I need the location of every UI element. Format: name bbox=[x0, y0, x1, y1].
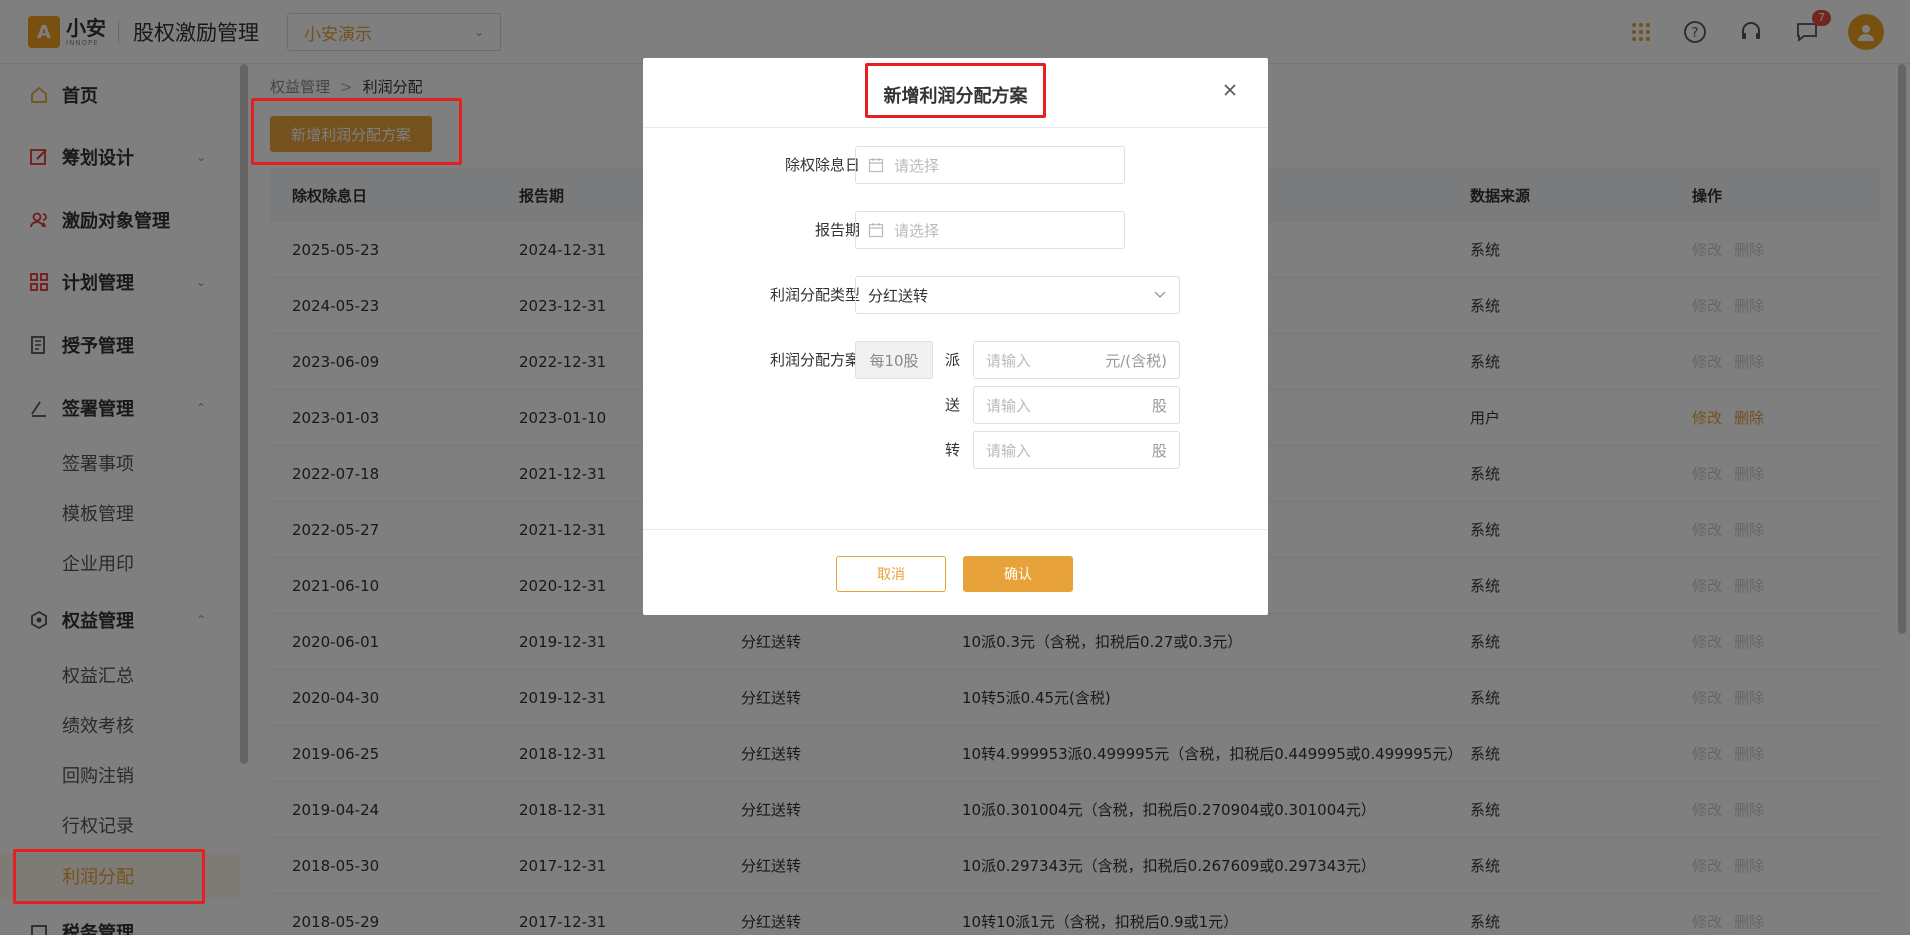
bonus-placeholder: 请输入 bbox=[986, 396, 1032, 415]
ex-date-label: 除权除息日 bbox=[784, 156, 860, 174]
bonus-input[interactable]: 请输入 股 bbox=[973, 386, 1180, 424]
dividend-label: 派 bbox=[945, 351, 961, 369]
dividend-placeholder: 请输入 bbox=[986, 351, 1032, 370]
bonus-unit: 股 bbox=[1151, 396, 1167, 415]
add-plan-dialog: 新增利润分配方案 除权除息日 请选择 报告期 请选择 利润分配类型 分红送转 利… bbox=[643, 58, 1268, 615]
period-picker[interactable]: 请选择 bbox=[855, 211, 1125, 249]
period-placeholder: 请选择 bbox=[894, 221, 940, 240]
ex-date-placeholder: 请选择 bbox=[894, 156, 940, 175]
calendar-icon bbox=[868, 158, 884, 173]
period-label: 报告期 bbox=[814, 221, 860, 239]
transfer-label: 转 bbox=[945, 441, 961, 459]
dialog-title: 新增利润分配方案 bbox=[883, 86, 1028, 107]
type-label: 利润分配类型 bbox=[769, 286, 860, 304]
ex-date-picker[interactable]: 请选择 bbox=[855, 146, 1125, 184]
calendar-icon bbox=[868, 223, 884, 238]
transfer-input[interactable]: 请输入 股 bbox=[973, 431, 1180, 469]
transfer-placeholder: 请输入 bbox=[986, 441, 1032, 460]
chevron-down-icon bbox=[1154, 291, 1166, 298]
type-select[interactable]: 分红送转 bbox=[855, 276, 1180, 314]
transfer-unit: 股 bbox=[1151, 441, 1167, 460]
plan-label: 利润分配方案 bbox=[769, 351, 860, 369]
close-icon[interactable] bbox=[1220, 80, 1240, 100]
bonus-label: 送 bbox=[945, 396, 961, 414]
type-value: 分红送转 bbox=[868, 286, 929, 305]
dividend-input[interactable]: 请输入 元/(含税) bbox=[973, 341, 1180, 379]
dividend-unit: 元/(含税) bbox=[1105, 351, 1167, 370]
plan-prefix: 每10股 bbox=[855, 341, 933, 379]
confirm-button[interactable]: 确认 bbox=[963, 556, 1073, 592]
cancel-button[interactable]: 取消 bbox=[836, 556, 946, 592]
